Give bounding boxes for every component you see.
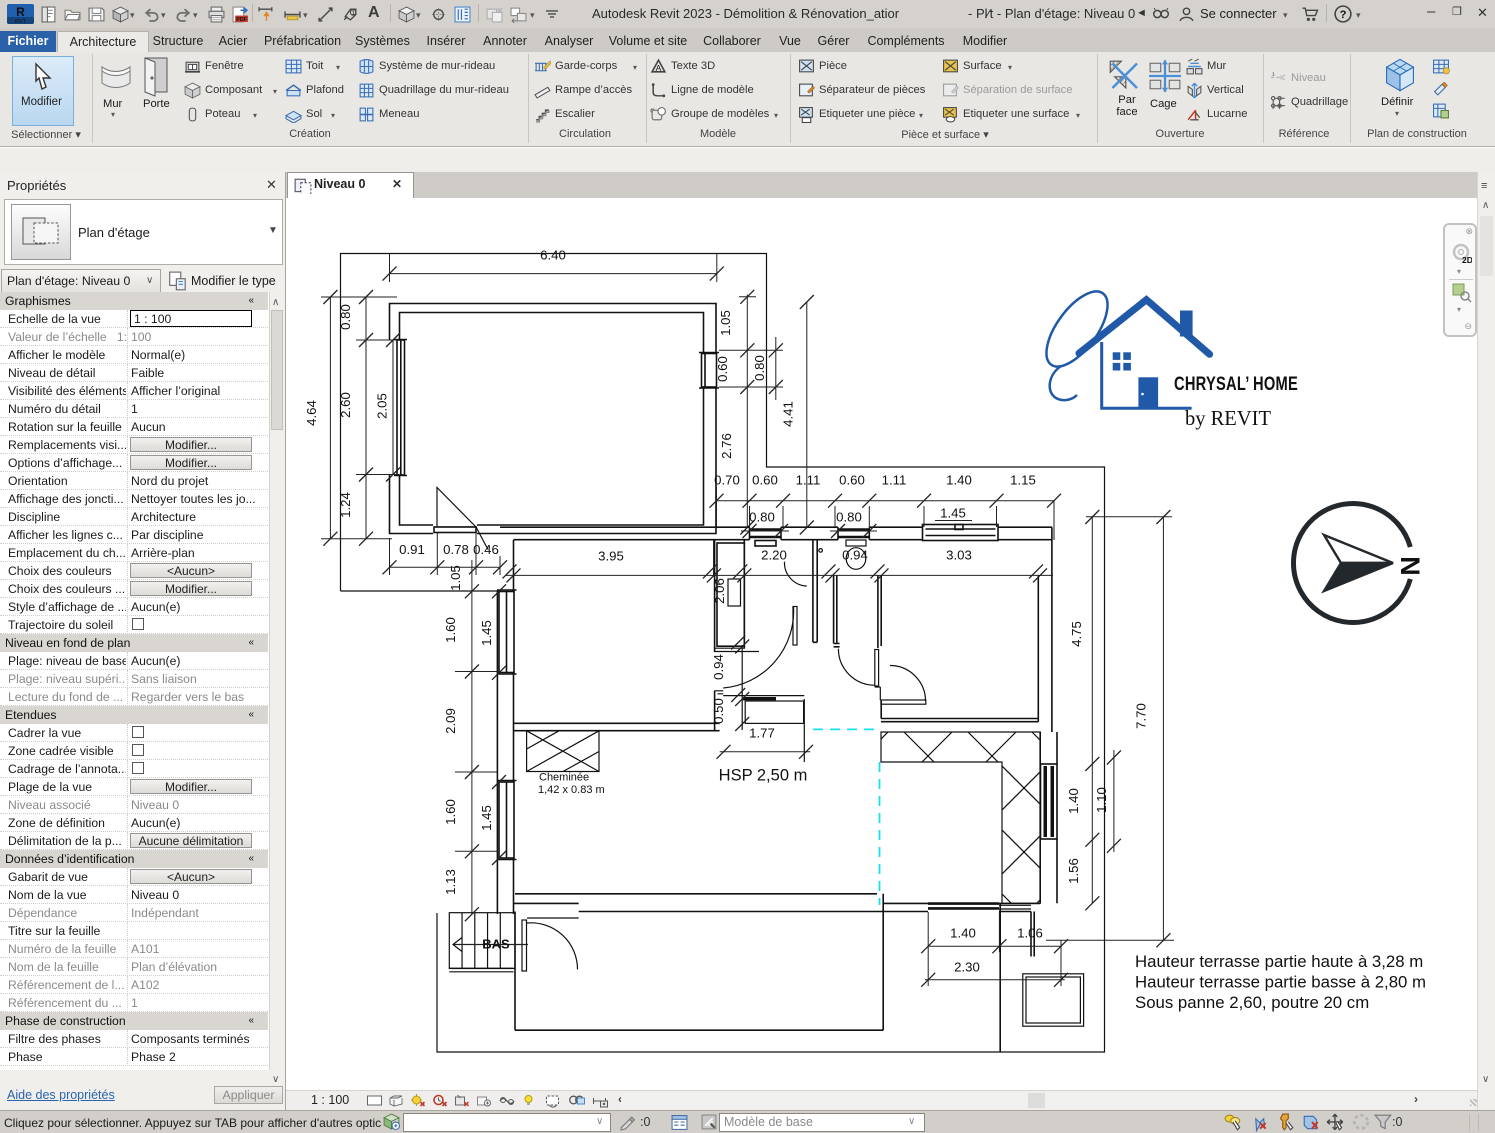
svg-text:1,42 x 0.83 m: 1,42 x 0.83 m <box>538 784 605 796</box>
svg-text:0.80: 0.80 <box>749 510 775 525</box>
svg-text:4.41: 4.41 <box>781 401 796 427</box>
svg-text:PDF: PDF <box>236 17 247 23</box>
svg-text:2.30: 2.30 <box>954 960 980 975</box>
svg-text:0.80: 0.80 <box>836 510 862 525</box>
svg-text:1.40: 1.40 <box>946 473 972 488</box>
svg-text:0.60: 0.60 <box>752 473 778 488</box>
svg-text:0.46: 0.46 <box>473 542 499 557</box>
svg-text:Cheminée: Cheminée <box>539 772 589 784</box>
svg-text:Sous panne 2,60, poutre 20 cm: Sous panne 2,60, poutre 20 cm <box>1135 993 1369 1012</box>
svg-text:1.06: 1.06 <box>1017 926 1043 941</box>
svg-text:1.45: 1.45 <box>940 506 966 521</box>
svg-text:A: A <box>656 63 662 73</box>
svg-text:Hauteur terrasse partie basse: Hauteur terrasse partie basse à 2,80 m <box>1135 973 1426 992</box>
svg-text:1: 1 <box>1272 71 1275 77</box>
svg-text:1.15: 1.15 <box>1010 473 1036 488</box>
svg-text:1: 1 <box>352 11 355 17</box>
svg-text:0.60: 0.60 <box>715 356 730 382</box>
svg-text:N: N <box>1395 556 1425 576</box>
svg-text:1.24: 1.24 <box>338 492 353 518</box>
svg-text:1.10: 1.10 <box>1094 787 1109 813</box>
svg-text:RVT: RVT <box>15 19 27 24</box>
svg-text:1.11: 1.11 <box>796 473 821 488</box>
svg-text:4.75: 4.75 <box>1069 621 1084 647</box>
svg-text:?: ? <box>1340 9 1347 21</box>
svg-text:2.76: 2.76 <box>719 433 734 459</box>
svg-text:CHRYSAL’ HOME: CHRYSAL’ HOME <box>1174 373 1298 395</box>
svg-text:3.95: 3.95 <box>598 549 624 564</box>
svg-text:1.40: 1.40 <box>950 926 976 941</box>
svg-text:0.50: 0.50 <box>711 698 726 724</box>
svg-text:by REVIT: by REVIT <box>1185 406 1271 430</box>
svg-text:1.60: 1.60 <box>443 617 458 643</box>
svg-text:1.45: 1.45 <box>479 620 494 646</box>
svg-text:2.05: 2.05 <box>375 393 390 419</box>
svg-text:2.20: 2.20 <box>761 548 787 563</box>
svg-text:1.77: 1.77 <box>749 726 775 741</box>
svg-text:6.40: 6.40 <box>540 248 566 263</box>
svg-text:0.80: 0.80 <box>752 355 767 381</box>
svg-text:0.78: 0.78 <box>443 542 469 557</box>
svg-text:0.91: 0.91 <box>399 542 425 557</box>
svg-text:1.45: 1.45 <box>479 805 494 831</box>
svg-text:R: R <box>16 5 25 19</box>
svg-text:1.05: 1.05 <box>448 565 463 591</box>
svg-text:4.64: 4.64 <box>304 400 319 426</box>
svg-text:0.94: 0.94 <box>842 548 868 563</box>
svg-text:3.03: 3.03 <box>946 548 972 563</box>
svg-text:1.13: 1.13 <box>443 869 458 895</box>
svg-text:1.40: 1.40 <box>1066 788 1081 814</box>
svg-text:1.05: 1.05 <box>718 310 733 336</box>
svg-text:2.60: 2.60 <box>338 392 353 418</box>
svg-text:2D: 2D <box>1462 255 1472 265</box>
svg-text:1.11: 1.11 <box>882 473 907 488</box>
svg-text:0.94: 0.94 <box>711 654 726 680</box>
svg-text:0.80: 0.80 <box>338 304 353 330</box>
svg-text:2.06: 2.06 <box>712 578 727 604</box>
svg-text:HSP 2,50 m: HSP 2,50 m <box>719 767 808 785</box>
svg-text:0.70: 0.70 <box>714 473 740 488</box>
svg-text:0.60: 0.60 <box>839 473 865 488</box>
svg-text:Hauteur terrasse partie haute: Hauteur terrasse partie haute à 3,28 m <box>1135 952 1423 971</box>
svg-text:BAS: BAS <box>482 937 510 952</box>
svg-text:2.09: 2.09 <box>443 708 458 734</box>
svg-text:7.70: 7.70 <box>1134 703 1149 729</box>
svg-text:1.60: 1.60 <box>443 799 458 825</box>
svg-text:1.56: 1.56 <box>1066 858 1081 884</box>
